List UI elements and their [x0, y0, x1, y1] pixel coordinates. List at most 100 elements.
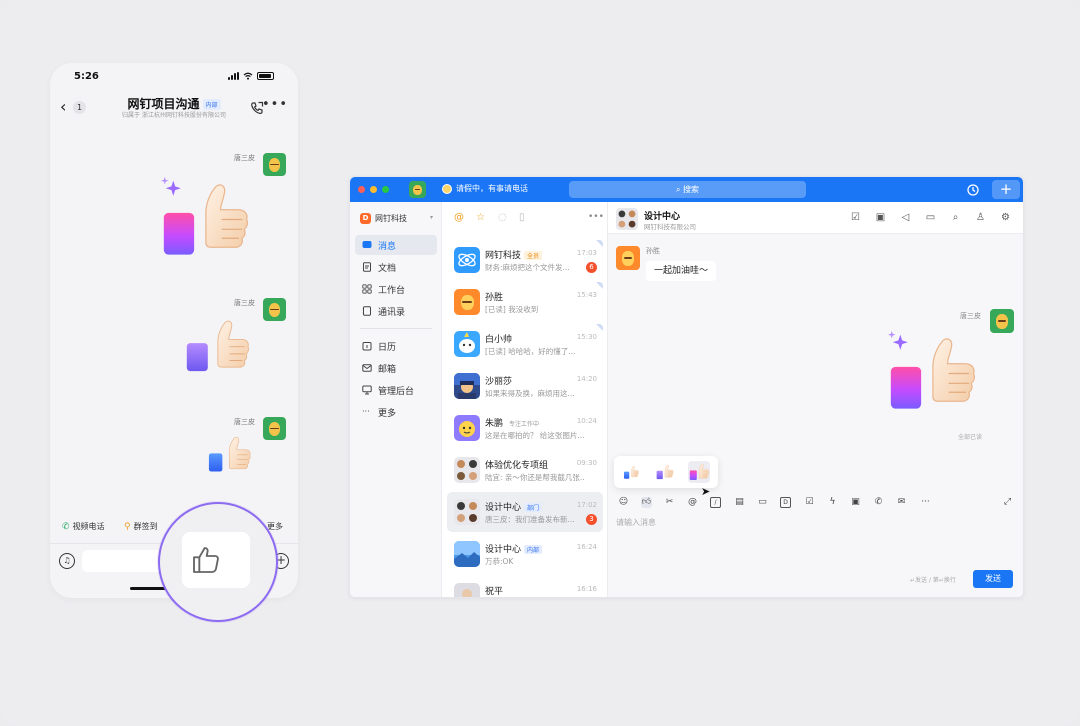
conversation-time: 16:24 — [576, 543, 597, 551]
search-placeholder: 搜索 — [683, 185, 700, 194]
chat-group-avatar[interactable] — [616, 208, 638, 230]
mention-icon[interactable]: @ — [687, 497, 698, 508]
outgoing-sender-name: 唐三皮 — [960, 312, 981, 320]
phone-call-toolbar-icon[interactable]: ✆ — [873, 497, 884, 508]
ding-icon[interactable]: D — [780, 497, 791, 508]
conversation-item[interactable]: 体验优化专项组 陆宜: 亲～你还是帮我截几张... 09:30 — [447, 450, 603, 490]
video-meeting-icon[interactable]: ▣ — [875, 212, 886, 223]
doc-filter-icon[interactable]: ▯ — [519, 212, 525, 223]
conversation-item[interactable]: 沙丽莎 如果来得及换，麻烦用这... 14:20 — [447, 366, 603, 406]
video-call-action[interactable]: ✆ 视频电话 — [62, 521, 105, 532]
announcement-icon[interactable]: ◁ — [900, 212, 911, 223]
toolbar-more-icon[interactable]: ··· — [920, 497, 931, 508]
thumbs-up-sticker-option-large[interactable] — [688, 461, 710, 483]
conversation-avatar — [454, 541, 480, 567]
lightning-icon[interactable]: ϟ — [827, 497, 838, 508]
thumbs-up-sticker-medium — [186, 320, 250, 372]
sidebar-item-more[interactable]: ··· 更多 — [355, 402, 437, 422]
sidebar-item-workbench[interactable]: 工作台 — [355, 279, 437, 299]
add-member-icon[interactable]: ♙ — [975, 212, 986, 223]
message-toolbar: ☺ 👍︎ ✂ @ / ▤ ▭ D ☑ ϟ ▣ ✆ ✉ ··· ⤢ — [608, 494, 1023, 512]
sender-avatar — [263, 298, 286, 321]
calendar-icon — [362, 342, 372, 351]
conversation-time: 09:30 — [576, 459, 597, 467]
thumbs-up-sticker-large — [160, 176, 249, 255]
conversation-avatar — [454, 499, 480, 525]
mobile-chat-screen: 5:26 ‹ 1 网钉项目沟通 内部 归属于 浙江杭州网钉科技股份有限公司 •••… — [50, 63, 298, 598]
message-input[interactable]: 请输入消息 — [616, 517, 656, 528]
slash-command-icon[interactable]: / — [710, 497, 721, 508]
group-checkin-action[interactable]: ⚲ 群签到 — [124, 521, 158, 532]
conversation-more-icon[interactable]: ••• — [588, 212, 604, 222]
conversation-item[interactable]: 孙胜 [已读] 我没收到 15:43 — [447, 282, 603, 322]
sidebar-item-mail[interactable]: 邮箱 — [355, 358, 437, 378]
thumbs-up-outline-icon — [193, 547, 219, 573]
calendar-event-icon[interactable]: ▣ — [850, 497, 861, 508]
org-logo: D — [360, 213, 371, 224]
user-status[interactable]: 请假中，有事请电话 — [442, 183, 528, 194]
phone-sender-name: 唐三皮 — [234, 299, 255, 307]
add-button[interactable]: + — [992, 180, 1020, 199]
user-avatar[interactable] — [409, 181, 426, 198]
conversation-name: 体验优化专项组 — [485, 461, 549, 471]
app-sidebar: D 网钉科技 ▾ 消息 文档 工作台 通讯录 日历 邮箱 管理后台 ··· 更多 — [350, 202, 442, 597]
thumbs-up-sticker-message — [887, 330, 976, 409]
more-icon: ··· — [362, 407, 370, 416]
sidebar-item-docs[interactable]: 文档 — [355, 257, 437, 277]
org-switcher[interactable]: D 网钉科技 — [360, 213, 407, 224]
conversation-item[interactable]: 朱鹏 专注工作中 这是在哪拍的？ 给这张图片... 10:24 — [447, 408, 603, 448]
minimize-window-button[interactable] — [370, 186, 377, 193]
conversation-avatar — [454, 415, 480, 441]
folder-icon[interactable]: ▭ — [925, 212, 936, 223]
battery-icon — [257, 72, 274, 80]
history-icon[interactable] — [966, 182, 980, 196]
mention-filter-icon[interactable]: @ — [454, 212, 464, 223]
conversation-item-active[interactable]: 设计中心 部门 唐三皮：我们准备发布新... 17:02 3 — [447, 492, 603, 532]
task-checkbox-icon[interactable]: ☑ — [850, 212, 861, 223]
outgoing-sender-avatar[interactable] — [990, 309, 1014, 333]
contacts-icon — [362, 306, 371, 316]
send-shortcut-hint: ↵发送 / 第↵换行 — [910, 577, 956, 584]
conversation-time: 17:02 — [576, 501, 597, 509]
incoming-sender-avatar[interactable] — [616, 246, 640, 270]
sidebar-item-messages[interactable]: 消息 — [355, 235, 437, 255]
conversation-item[interactable]: 设计中心 内部 万恭:OK 16:24 — [447, 534, 603, 574]
maximize-window-button[interactable] — [382, 186, 389, 193]
video-call-label: 视频电话 — [72, 522, 105, 531]
org-name: 网钉科技 — [375, 214, 407, 223]
pinned-corner-icon — [596, 240, 603, 247]
conversation-avatar — [454, 457, 480, 483]
sidebar-item-contacts[interactable]: 通讯录 — [355, 301, 437, 321]
sidebar-item-admin[interactable]: 管理后台 — [355, 380, 437, 400]
conversation-filters: @ ☆ ◌ ▯ ••• — [454, 212, 604, 226]
expand-icon[interactable]: ⤢ — [1002, 497, 1013, 508]
conversation-item[interactable]: 网钉科技 全员 财务:麻烦把这个文件发... 17:03 6 — [447, 240, 603, 280]
close-window-button[interactable] — [358, 186, 365, 193]
settings-gear-icon[interactable]: ⚙ — [1000, 212, 1011, 223]
scissors-icon[interactable]: ✂ — [664, 497, 675, 508]
conversation-item[interactable]: 白小帅 [已读] 哈哈哈，好的懂了... 15:30 — [447, 324, 603, 364]
conversation-name: 设计中心 部门 — [485, 500, 543, 513]
conversation-preview: [已读] 我没收到 — [485, 305, 539, 314]
thumbs-up-sticker-option-small[interactable] — [620, 461, 642, 483]
voice-input-icon[interactable]: ♫ — [59, 553, 75, 569]
phone-more-icon[interactable]: ••• — [262, 97, 288, 112]
folder-upload-icon[interactable]: ▭ — [757, 497, 768, 508]
thumbs-up-sticker-small — [208, 436, 251, 472]
unread-filter-icon[interactable]: ◌ — [498, 212, 507, 223]
doc-share-icon[interactable]: ▤ — [734, 497, 745, 508]
conversation-status-tag: 专注工作中 — [509, 421, 540, 428]
phone-title-tag: 内部 — [202, 99, 221, 110]
chevron-down-icon[interactable]: ▾ — [430, 214, 433, 221]
thumbs-up-toolbar-icon[interactable]: 👍︎ — [641, 497, 652, 508]
todo-check-icon[interactable]: ☑ — [804, 497, 815, 508]
mail-toolbar-icon[interactable]: ✉ — [896, 497, 907, 508]
search-history-icon[interactable]: ⌕ — [950, 212, 961, 223]
star-filter-icon[interactable]: ☆ — [476, 212, 485, 223]
conversation-item[interactable]: 祝平 16:16 — [447, 576, 603, 597]
sidebar-item-calendar[interactable]: 日历 — [355, 336, 437, 356]
thumbs-up-sticker-option-medium[interactable] — [654, 461, 676, 483]
emoji-icon[interactable]: ☺ — [618, 497, 629, 508]
global-search-input[interactable]: ⌕ 搜索 — [569, 181, 806, 198]
send-button[interactable]: 发送 — [973, 570, 1013, 588]
